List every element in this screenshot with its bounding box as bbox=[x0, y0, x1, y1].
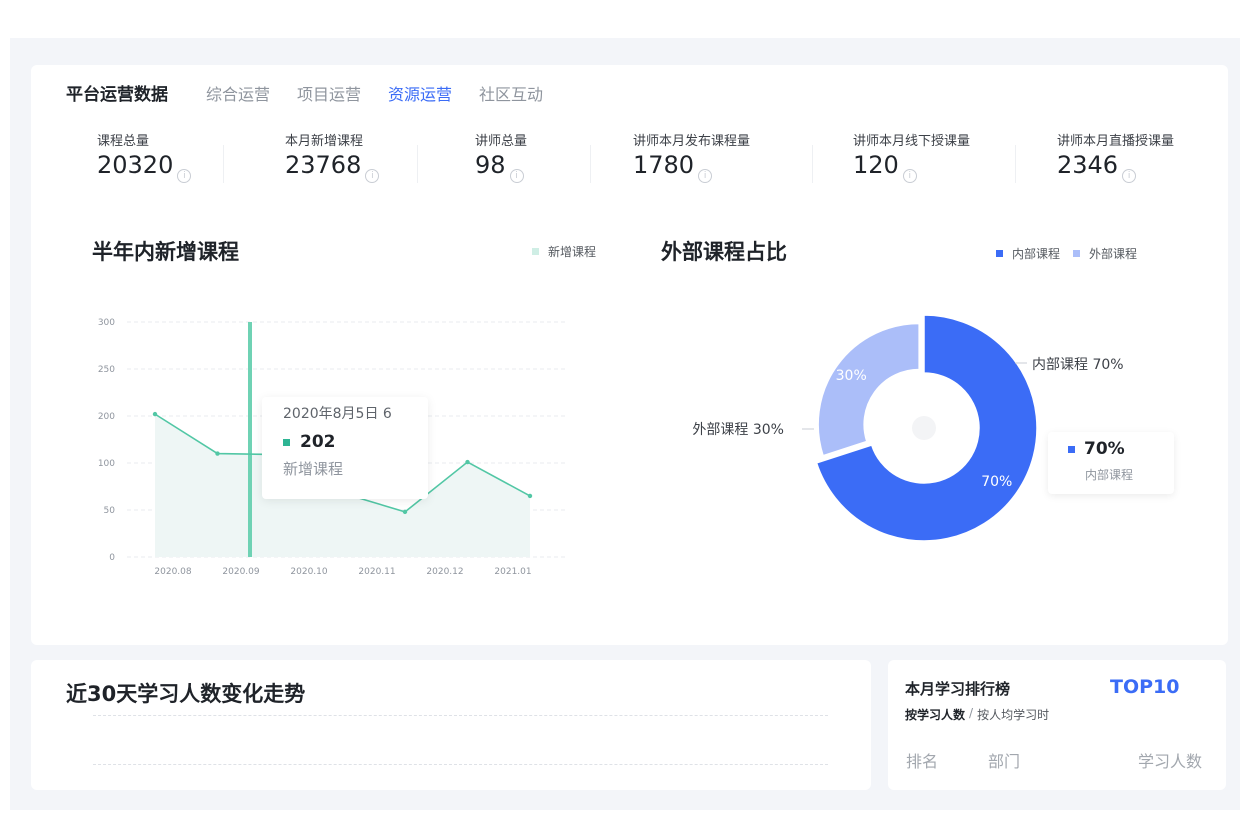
ranking-panel: 本月学习排行榜 TOP10 按学习人数 / 按人均学习时 排名 部门 学习人数 bbox=[888, 660, 1226, 790]
stat-value: 2346 bbox=[1057, 151, 1119, 179]
sort-by-avg-time[interactable]: 按人均学习时 bbox=[977, 706, 1049, 723]
tab-resource[interactable]: 资源运营 bbox=[388, 81, 452, 105]
trend-title: 近30天学习人数变化走势 bbox=[66, 682, 306, 706]
tooltip-series-marker bbox=[283, 438, 290, 446]
tooltip-series-marker bbox=[1068, 445, 1075, 453]
stat-value: 23768 bbox=[285, 151, 362, 179]
pie-chart[interactable]: 70% 30% 内部课程 70% 外部课程 30% bbox=[660, 300, 1180, 560]
stat-total-courses: 课程总量 20320 i bbox=[97, 130, 192, 183]
stat-new-courses: 本月新增课程 23768 i bbox=[285, 130, 380, 183]
tab-community[interactable]: 社区互动 bbox=[479, 81, 543, 105]
line-chart-tooltip: 2020年8月5日 6 202 新增课程 bbox=[262, 397, 428, 499]
stat-label: 讲师总量 bbox=[475, 134, 528, 149]
info-icon[interactable]: i bbox=[365, 169, 380, 183]
info-icon[interactable]: i bbox=[1122, 169, 1137, 183]
slice-label: 30% bbox=[836, 368, 867, 384]
pie-chart-title: 外部课程占比 bbox=[661, 240, 787, 264]
column-header-rank: 排名 bbox=[906, 752, 939, 771]
outer-label-external: 外部课程 30% bbox=[692, 422, 784, 438]
x-tick-label: 2020.10 bbox=[290, 567, 327, 577]
info-icon[interactable]: i bbox=[177, 169, 192, 183]
y-tick-label: 250 bbox=[98, 365, 115, 375]
tooltip-series-name: 内部课程 bbox=[1085, 468, 1134, 482]
line-chart-legend[interactable]: 新增课程 bbox=[532, 243, 596, 260]
info-icon[interactable]: i bbox=[902, 169, 917, 183]
slice-label: 70% bbox=[981, 474, 1012, 490]
tab-bar: 平台运营数据 综合运营 项目运营 资源运营 社区互动 bbox=[66, 80, 570, 105]
data-point bbox=[215, 451, 220, 456]
stat-lecturer-published: 讲师本月发布课程量 1780 i bbox=[633, 130, 751, 183]
pie-chart-legend: 内部课程 外部课程 bbox=[996, 245, 1150, 262]
legend-swatch bbox=[996, 250, 1003, 257]
stat-divider bbox=[590, 145, 591, 183]
tooltip-value: 70% bbox=[1084, 439, 1125, 459]
ranking-top-label[interactable]: TOP10 bbox=[1110, 676, 1179, 698]
donut-center bbox=[912, 416, 936, 440]
stat-divider bbox=[812, 145, 813, 183]
stat-divider bbox=[417, 145, 418, 183]
grid-line bbox=[93, 715, 828, 716]
data-point bbox=[527, 493, 533, 499]
x-tick-label: 2020.12 bbox=[426, 567, 463, 577]
stat-value: 20320 bbox=[97, 151, 174, 179]
stat-label: 本月新增课程 bbox=[285, 134, 364, 149]
data-point bbox=[465, 459, 470, 465]
tab-comprehensive[interactable]: 综合运营 bbox=[206, 81, 270, 105]
y-tick-label: 200 bbox=[98, 412, 115, 422]
y-tick-label: 50 bbox=[104, 506, 116, 516]
column-header-learners: 学习人数 bbox=[1138, 752, 1203, 771]
ranking-sort-switch: 按学习人数 / 按人均学习时 bbox=[905, 706, 1049, 723]
line-chart-title: 半年内新增课程 bbox=[92, 240, 239, 264]
stat-label: 讲师本月发布课程量 bbox=[633, 134, 751, 149]
stat-lecturer-offline: 讲师本月线下授课量 120 i bbox=[853, 130, 971, 183]
x-tick-label: 2020.09 bbox=[222, 567, 259, 577]
tab-project[interactable]: 项目运营 bbox=[297, 81, 361, 105]
data-point bbox=[402, 509, 408, 515]
legend-item-external[interactable]: 外部课程 bbox=[1073, 245, 1137, 262]
stat-lecturer-live: 讲师本月直播授课量 2346 i bbox=[1057, 130, 1175, 183]
legend-label: 新增课程 bbox=[548, 245, 597, 259]
legend-label: 内部课程 bbox=[1012, 247, 1061, 261]
stat-divider bbox=[223, 145, 224, 183]
stat-value: 120 bbox=[853, 151, 899, 179]
ranking-title: 本月学习排行榜 bbox=[905, 680, 1011, 698]
sort-by-learners[interactable]: 按学习人数 bbox=[905, 706, 965, 723]
panel-title: 平台运营数据 bbox=[66, 85, 168, 105]
learning-trend-panel: 近30天学习人数变化走势 bbox=[31, 660, 871, 790]
legend-item-internal[interactable]: 内部课程 bbox=[996, 245, 1060, 262]
x-tick-label: 2020.11 bbox=[358, 567, 395, 577]
data-point bbox=[152, 411, 158, 417]
stat-value: 98 bbox=[475, 151, 506, 179]
x-tick-label: 2020.08 bbox=[154, 567, 191, 577]
outer-label-internal: 内部课程 70% bbox=[1032, 357, 1124, 373]
stats-row: 课程总量 20320 i 本月新增课程 23768 i 讲师总量 98 i 讲师本月发… bbox=[31, 130, 1228, 185]
stat-divider bbox=[1015, 145, 1016, 183]
stat-label: 讲师本月线下授课量 bbox=[853, 134, 971, 149]
tooltip-date: 2020年8月5日 6 bbox=[283, 406, 392, 422]
tooltip-value: 202 bbox=[300, 432, 336, 452]
sort-separator: / bbox=[969, 706, 974, 720]
y-tick-label: 300 bbox=[98, 318, 115, 328]
tooltip-series-name: 新增课程 bbox=[283, 460, 344, 478]
x-tick-label: 2021.01 bbox=[494, 567, 531, 577]
legend-swatch bbox=[532, 248, 539, 255]
legend-label: 外部课程 bbox=[1089, 247, 1138, 261]
stat-label: 课程总量 bbox=[97, 134, 150, 149]
stat-value: 1780 bbox=[633, 151, 695, 179]
column-header-department: 部门 bbox=[988, 752, 1021, 771]
pie-chart-tooltip: 70% 内部课程 bbox=[1048, 432, 1174, 494]
legend-swatch bbox=[1073, 250, 1081, 257]
pie-slice-external bbox=[817, 322, 920, 457]
info-icon[interactable]: i bbox=[509, 169, 524, 183]
stat-label: 讲师本月直播授课量 bbox=[1057, 134, 1175, 149]
stat-lecturers: 讲师总量 98 i bbox=[475, 130, 528, 183]
grid-line bbox=[93, 764, 828, 765]
y-tick-label: 0 bbox=[109, 553, 115, 563]
y-tick-label: 100 bbox=[98, 459, 115, 469]
info-icon[interactable]: i bbox=[698, 169, 713, 183]
